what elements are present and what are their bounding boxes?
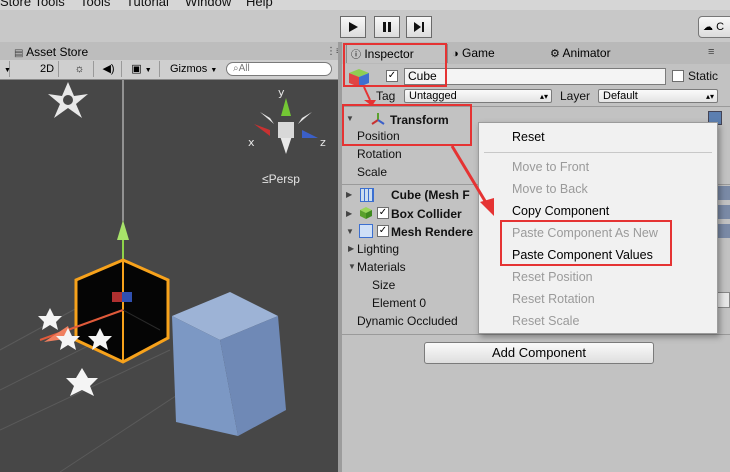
add-component-button[interactable]: Add Component	[424, 342, 654, 364]
y-move-arrow	[117, 220, 129, 240]
image-icon: ▣	[131, 63, 142, 75]
menu-item-reset-rotation[interactable]: Reset Rotation	[512, 290, 595, 308]
play-icon	[349, 22, 358, 32]
mesh-filter-settings-icon[interactable]	[716, 186, 730, 200]
axis-z-label: z	[320, 136, 326, 149]
menu-item-move-to-front[interactable]: Move to Front	[512, 158, 589, 176]
play-button[interactable]	[340, 16, 366, 38]
cloud-label: C	[716, 21, 725, 33]
tab-animator-label: Animator	[562, 46, 611, 60]
cloud-button[interactable]: ☁ C	[698, 16, 730, 38]
annotation-arrows	[363, 86, 494, 216]
toggle-2d-button[interactable]: 2D	[36, 61, 60, 77]
light-gizmo-icon	[48, 82, 88, 118]
chevron-down-icon: ▼	[210, 67, 218, 74]
element0-field[interactable]	[716, 292, 730, 308]
updown-icon: ▴▾	[705, 92, 714, 101]
lighting-foldout-icon[interactable]: ▶	[348, 244, 354, 253]
annotation-paste-box	[500, 220, 672, 266]
step-icon	[414, 22, 424, 32]
materials-foldout-icon[interactable]: ▼	[348, 262, 356, 271]
menu-bar: Store Tools Tools Tutorial Window Help	[0, 0, 730, 10]
element0-label: Element 0	[372, 296, 427, 310]
orientation-gizmo: y x z	[248, 86, 326, 154]
menu-window[interactable]: Window	[185, 0, 231, 9]
asset-store-label: Asset Store	[26, 45, 89, 59]
scene-search-input[interactable]: ⌕All	[226, 62, 332, 76]
layer-value: Default	[603, 90, 638, 102]
lighting-toggle[interactable]: ☼	[66, 61, 94, 77]
tab-game[interactable]: ◑ Game	[452, 44, 495, 62]
dynamic-occluded-label: Dynamic Occluded	[357, 314, 458, 328]
pause-button[interactable]	[374, 16, 400, 38]
static-checkbox[interactable]	[672, 70, 684, 82]
pause-icon	[383, 22, 391, 32]
search-placeholder: All	[238, 63, 250, 74]
size-label: Size	[372, 278, 396, 292]
menu-item-copy-component[interactable]: Copy Component	[512, 202, 609, 220]
static-label: Static	[688, 69, 719, 83]
effects-toggle[interactable]: ▣ ▼	[124, 61, 160, 77]
step-button[interactable]	[406, 16, 432, 38]
scene-canvas: y x z	[0, 80, 326, 472]
layer-label: Layer	[560, 89, 591, 103]
persp-text: Persp	[268, 172, 300, 186]
tab-animator[interactable]: ⚙ Animator	[550, 44, 611, 62]
axis-y-label: y	[278, 86, 285, 99]
sun-icon: ☼	[74, 63, 85, 75]
axis-x-label: x	[248, 136, 255, 149]
shading-dropdown-arrow[interactable]: ▼	[0, 61, 11, 77]
gizmos-label: Gizmos	[170, 63, 208, 75]
menu-tools[interactable]: Tools	[80, 0, 110, 9]
scene-view[interactable]: y x z ≤Persp	[0, 80, 338, 472]
speaker-icon: ◀)	[102, 63, 115, 75]
tab-asset-store[interactable]: ▤ Asset Store	[14, 44, 88, 60]
animator-icon: ⚙	[550, 48, 560, 60]
tab-game-label: Game	[462, 46, 495, 60]
menu-item-reset-scale[interactable]: Reset Scale	[512, 312, 579, 330]
menu-item-reset-position[interactable]: Reset Position	[512, 268, 593, 286]
chevron-down-icon: ▼	[144, 67, 152, 74]
gizmos-dropdown[interactable]: Gizmos ▼	[166, 61, 221, 77]
component-separator	[342, 334, 730, 335]
menu-store-tools[interactable]: Store Tools	[0, 0, 65, 9]
persp-label[interactable]: ≤Persp	[262, 172, 300, 186]
layer-dropdown[interactable]: Default ▴▾	[598, 89, 718, 103]
audio-toggle[interactable]: ◀)	[96, 61, 122, 77]
menu-tutorial[interactable]: Tutorial	[126, 0, 169, 9]
box-collider-settings-icon[interactable]	[716, 205, 730, 219]
materials-label[interactable]: Materials	[357, 258, 406, 276]
chevron-down-icon: ▼	[4, 67, 11, 74]
blue-cube	[172, 292, 286, 436]
menu-help[interactable]: Help	[246, 0, 273, 9]
cloud-icon: ☁	[703, 22, 713, 33]
menu-item-move-to-back[interactable]: Move to Back	[512, 180, 588, 198]
asset-store-icon: ▤	[14, 48, 24, 59]
panel-menu-icon[interactable]: ≡	[708, 46, 714, 58]
lighting-label[interactable]: Lighting	[357, 240, 399, 258]
game-icon: ◑	[452, 48, 459, 60]
mesh-renderer-settings-icon[interactable]	[716, 224, 730, 238]
perspective-icon: ≤	[262, 172, 269, 186]
updown-icon: ▴▾	[539, 92, 548, 101]
